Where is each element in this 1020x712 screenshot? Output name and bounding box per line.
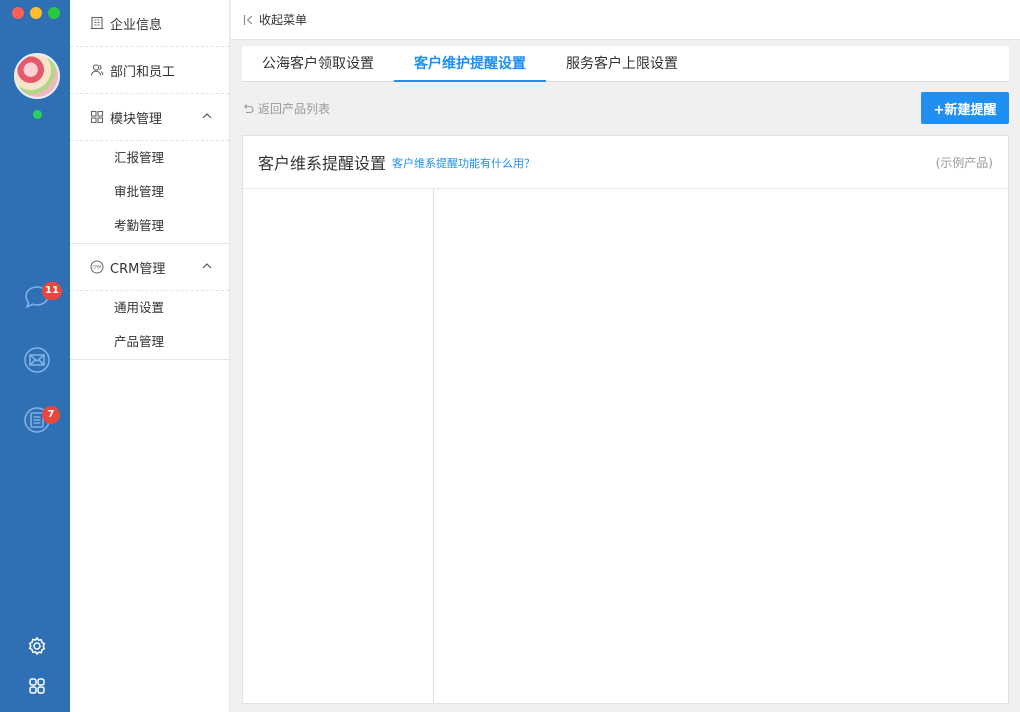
sidebar-subitem-product-mgmt[interactable]: 产品管理 [70, 325, 229, 359]
reminder-settings-panel: 客户维系提醒设置 客户维系提醒功能有什么用？ (示例产品) [242, 135, 1009, 704]
mail-icon[interactable] [22, 345, 52, 375]
sample-product-note: (示例产品) [935, 156, 993, 170]
sidebar-item-label: CRM管理 [110, 261, 166, 277]
chat-unread-badge: 11 [42, 282, 62, 300]
online-status-indicator [33, 110, 42, 119]
sidebar-subitem-attendance[interactable]: 考勤管理 [70, 209, 229, 243]
settings-icon[interactable] [27, 636, 47, 656]
undo-arrow-icon [242, 103, 254, 115]
help-link[interactable]: 客户维系提醒功能有什么用？ [392, 155, 535, 171]
people-icon [90, 63, 104, 77]
sidebar-item-label: 企业信息 [110, 17, 163, 33]
tab-customer-maintenance-reminder[interactable]: 客户维护提醒设置 [394, 46, 546, 82]
sidebar-subitem-approvals[interactable]: 审批管理 [70, 175, 229, 209]
chevron-up-icon[interactable] [201, 110, 213, 122]
sidebar-subitem-reports[interactable]: 汇报管理 [70, 141, 229, 175]
tab-public-pool-claim[interactable]: 公海客户领取设置 [242, 46, 394, 81]
sidebar-subitem-general-settings[interactable]: 通用设置 [70, 291, 229, 325]
settings-sidebar: 企业信息 部门和员工 模块管理 汇报管理 审批管理 考勤管理 CRM CRM管理… [70, 0, 230, 712]
panel-title: 客户维系提醒设置 [258, 154, 387, 173]
sidebar-item-crm-mgmt[interactable]: CRM CRM管理 [70, 244, 229, 291]
modules-icon [90, 110, 104, 124]
sidebar-item-module-mgmt[interactable]: 模块管理 [70, 94, 229, 141]
back-link-label: 返回产品列表 [258, 102, 331, 116]
close-window-button[interactable] [12, 7, 24, 19]
svg-text:CRM: CRM [92, 265, 102, 270]
user-avatar[interactable] [14, 53, 60, 99]
crm-submenu: 通用设置 产品管理 [70, 291, 229, 360]
panel-header: 客户维系提醒设置 客户维系提醒功能有什么用？ (示例产品) [243, 136, 1008, 189]
reminder-detail-pane [435, 189, 1008, 703]
module-submenu: 汇报管理 审批管理 考勤管理 [70, 141, 229, 244]
collapse-menu-link[interactable]: 收起菜单 [259, 11, 307, 28]
chevron-up-icon[interactable] [201, 260, 213, 272]
minimize-window-button[interactable] [30, 7, 42, 19]
app-rail: 11 7 [0, 0, 70, 712]
maximize-window-button[interactable] [48, 7, 60, 19]
sidebar-item-departments[interactable]: 部门和员工 [70, 47, 229, 94]
top-bar: 收起菜单 [231, 0, 1020, 40]
reminder-list-pane [243, 189, 434, 703]
building-icon [90, 16, 104, 30]
window-controls [12, 7, 60, 19]
tab-service-customer-limit[interactable]: 服务客户上限设置 [546, 46, 698, 81]
sidebar-item-label: 部门和员工 [110, 64, 176, 80]
tasks-unread-badge: 7 [42, 406, 60, 424]
collapse-icon[interactable] [243, 14, 255, 26]
settings-tabs: 公海客户领取设置 客户维护提醒设置 服务客户上限设置 [242, 46, 1009, 82]
sidebar-item-company-info[interactable]: 企业信息 [70, 0, 229, 47]
back-to-product-list[interactable]: 返回产品列表 [242, 100, 330, 117]
crm-icon: CRM [90, 260, 104, 274]
sidebar-item-label: 模块管理 [110, 111, 163, 127]
apps-grid-icon[interactable] [27, 676, 47, 696]
new-reminder-button[interactable]: +新建提醒 [921, 92, 1009, 124]
